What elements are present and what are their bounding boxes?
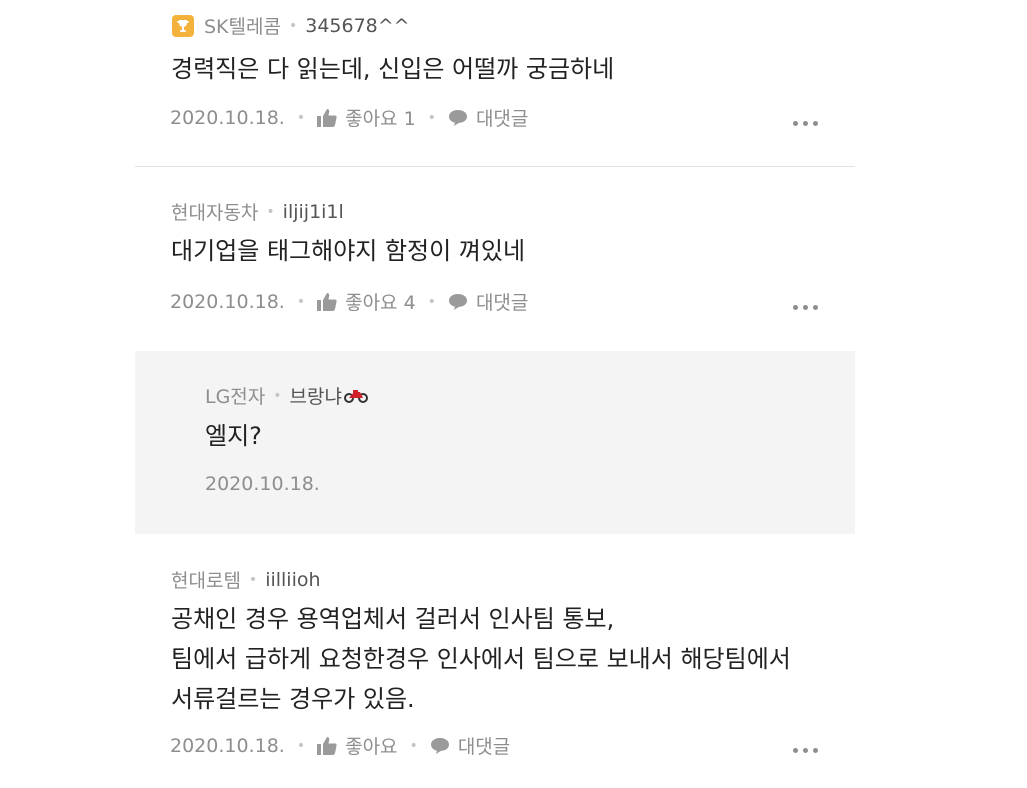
- comment-meta: 현대자동차 • iljij1i1l: [171, 198, 344, 225]
- company-name: LG전자: [205, 386, 266, 408]
- speech-bubble-icon: [448, 109, 467, 126]
- comment-text-line: 공채인 경우 용역업체서 걸러서 인사팀 통보,: [171, 605, 615, 633]
- reply-meta: LG전자 • 브랑냐: [205, 382, 368, 409]
- comment-text: 공채인 경우 용역업체서 걸러서 인사팀 통보, 팀에서 급하게 요청한경우 인…: [171, 599, 791, 719]
- comment-date: 2020.10.18.: [170, 106, 285, 129]
- separator-dot: •: [296, 109, 306, 126]
- separator-dot: •: [296, 737, 306, 754]
- company-name: SK텔레콤: [204, 16, 281, 38]
- comment-text: 대기업을 태그해야지 함정이 껴있네: [171, 237, 526, 265]
- comment-date: 2020.10.18.: [170, 734, 285, 757]
- comment-actions: 2020.10.18. • 좋아요 • 대댓글: [170, 732, 510, 759]
- like-button[interactable]: 좋아요 1: [317, 104, 416, 131]
- separator-dot: •: [288, 17, 298, 34]
- thumbs-up-icon: [317, 736, 337, 755]
- reply-label: 대댓글: [475, 108, 529, 130]
- company-name: 현대로템: [171, 570, 241, 592]
- separator-dot: •: [427, 293, 436, 310]
- reply-button[interactable]: 대댓글: [430, 732, 510, 759]
- thumbs-up-icon: [317, 108, 337, 127]
- separator-dot: •: [248, 571, 258, 588]
- motorcycle-icon: [344, 389, 368, 403]
- separator-dot: •: [427, 109, 436, 126]
- comment-actions: 2020.10.18. • 좋아요 1 • 대댓글: [170, 104, 528, 131]
- user-nickname[interactable]: 브랑냐: [290, 382, 342, 409]
- reply-button[interactable]: 대댓글: [448, 104, 528, 131]
- speech-bubble-icon: [430, 737, 449, 754]
- comment-date: 2020.10.18.: [170, 290, 285, 313]
- thumbs-up-icon: [317, 292, 337, 311]
- reply-button[interactable]: 대댓글: [448, 288, 528, 315]
- comment-meta: SK텔레콤 • 345678^^: [172, 12, 410, 39]
- comment-text-line: 팀에서 급하게 요청한경우 인사에서 팀으로 보내서 해당팀에서: [171, 645, 791, 673]
- user-nickname[interactable]: 345678^^: [305, 15, 409, 37]
- like-label: 좋아요 4: [345, 292, 416, 314]
- separator-dot: •: [266, 203, 275, 220]
- comment-meta: 현대로템 • iilliioh: [171, 566, 321, 593]
- more-options-button[interactable]: [793, 305, 818, 310]
- user-nickname[interactable]: iljij1i1l: [283, 201, 344, 223]
- comment-text: 경력직은 다 읽는데, 신입은 어떨까 궁금하네: [171, 55, 615, 83]
- more-options-button[interactable]: [793, 748, 818, 753]
- more-options-button[interactable]: [793, 121, 818, 126]
- comment-actions: 2020.10.18. • 좋아요 4 • 대댓글: [170, 288, 528, 315]
- comment-text-line: 서류걸르는 경우가 있음.: [171, 685, 415, 713]
- like-label: 좋아요 1: [345, 108, 416, 130]
- separator-dot: •: [296, 293, 306, 310]
- company-name: 현대자동차: [171, 202, 259, 224]
- divider: [135, 166, 855, 167]
- separator-dot: •: [273, 387, 282, 404]
- reply-date: 2020.10.18.: [205, 473, 320, 495]
- separator-dot: •: [409, 737, 418, 754]
- trophy-icon: [172, 14, 194, 37]
- reply-label: 대댓글: [475, 292, 529, 314]
- reply-actions: 2020.10.18.: [205, 473, 320, 495]
- user-nickname[interactable]: iilliioh: [265, 569, 320, 591]
- speech-bubble-icon: [448, 293, 467, 310]
- like-button[interactable]: 좋아요 4: [317, 288, 416, 315]
- reply-text: 엘지?: [205, 422, 262, 450]
- like-label: 좋아요: [345, 736, 398, 758]
- like-button[interactable]: 좋아요: [317, 732, 398, 759]
- reply-label: 대댓글: [457, 736, 511, 758]
